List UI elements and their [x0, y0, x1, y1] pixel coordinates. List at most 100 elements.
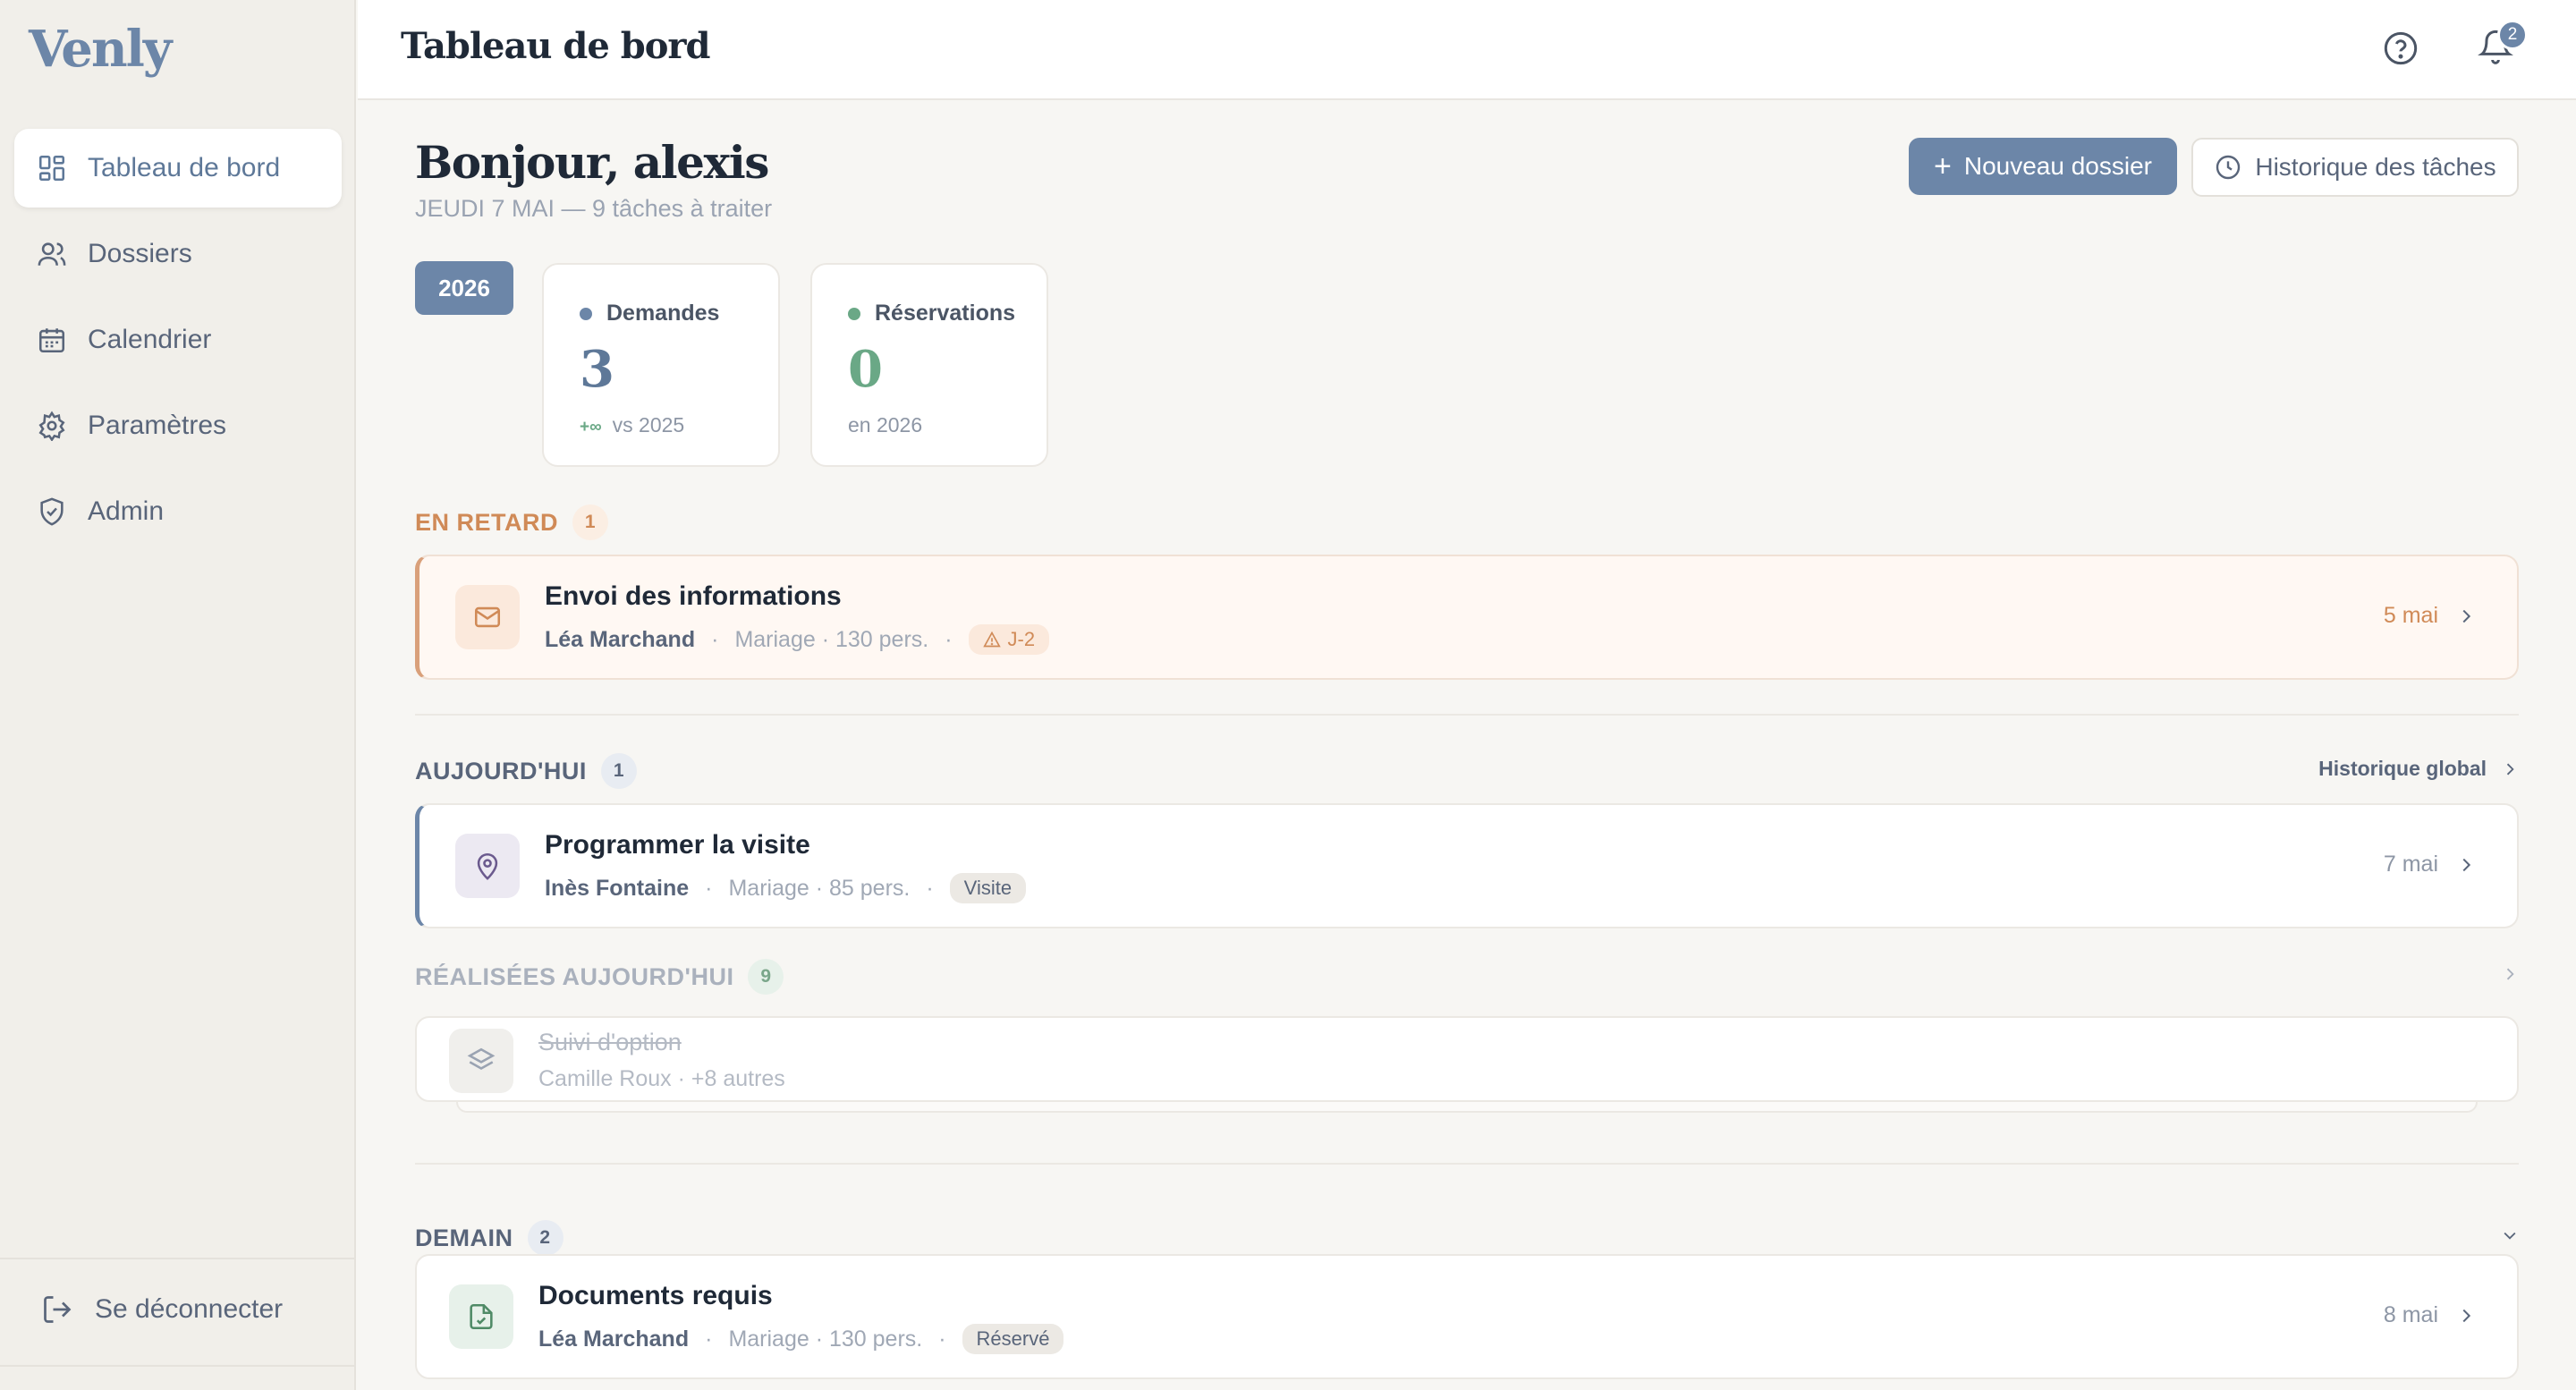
chevron-right-icon: [2501, 760, 2519, 778]
divider: [415, 714, 2519, 716]
task-history-button[interactable]: Historique des tâches: [2191, 138, 2519, 197]
calendar-icon: [36, 324, 68, 356]
stacked-cards-edge: [456, 1102, 2478, 1113]
sidebar-item-parametres[interactable]: Paramètres: [14, 386, 342, 465]
sidebar-item-dashboard[interactable]: Tableau de bord: [14, 129, 342, 208]
section-done-heading[interactable]: RÉALISÉES AUJOURD'HUI 9: [415, 959, 784, 995]
stat-header: Réservations: [848, 301, 1015, 326]
year-selector[interactable]: 2026: [415, 261, 513, 315]
task-person: Léa Marchand: [538, 1326, 690, 1352]
section-count: 1: [572, 504, 609, 540]
task-title: Programmer la visite: [545, 830, 810, 860]
sidebar-item-label: Dossiers: [88, 239, 192, 268]
section-title: EN RETARD: [415, 508, 559, 536]
sidebar-item-calendrier[interactable]: Calendrier: [14, 301, 342, 379]
sidebar-item-label: Tableau de bord: [88, 153, 281, 182]
task-meta: Léa Marchand · Mariage · 130 pers. · J-2: [545, 624, 1050, 655]
greeting: Bonjour, alexis: [415, 136, 769, 189]
stat-value: 3: [580, 340, 614, 399]
logout-label: Se déconnecter: [95, 1294, 284, 1324]
chevron-right-icon: [2456, 606, 2476, 626]
stat-comparison: en 2026: [848, 413, 923, 436]
page-title: Tableau de bord: [401, 25, 710, 67]
section-count: 1: [600, 753, 637, 789]
task-meta: Inès Fontaine · Mariage · 85 pers. · Vis…: [545, 873, 1027, 903]
section-title: RÉALISÉES AUJOURD'HUI: [415, 962, 734, 990]
stat-footer: +∞ vs 2025: [580, 413, 684, 437]
layers-icon: [449, 1029, 513, 1093]
section-tomorrow-heading[interactable]: DEMAIN 2: [415, 1220, 564, 1256]
section-title: DEMAIN: [415, 1224, 513, 1251]
task-title: Envoi des informations: [545, 581, 842, 611]
file-check-icon: [449, 1284, 513, 1349]
task-card-tomorrow[interactable]: Documents requis Léa Marchand · Mariage …: [415, 1254, 2519, 1379]
tomorrow-collapse-button[interactable]: [2487, 1225, 2519, 1243]
topbar: Tableau de bord 2: [358, 0, 2576, 100]
dashboard-icon: [36, 152, 68, 184]
status-dot: [848, 307, 860, 320]
section-count: 2: [527, 1220, 564, 1256]
task-card-today[interactable]: Programmer la visite Inès Fontaine · Mar…: [415, 803, 2519, 928]
task-details: Mariage · 85 pers.: [728, 875, 911, 901]
section-late-heading: EN RETARD 1: [415, 504, 609, 540]
new-dossier-button[interactable]: + Nouveau dossier: [1909, 138, 2177, 195]
stat-comparison: vs 2025: [612, 413, 685, 436]
chevron-right-icon: [2456, 1306, 2476, 1326]
new-dossier-label: Nouveau dossier: [1963, 152, 2152, 180]
task-card-late[interactable]: Envoi des informations Léa Marchand · Ma…: [415, 555, 2519, 680]
sidebar-item-admin[interactable]: Admin: [14, 472, 342, 551]
section-today-heading: AUJOURD'HUI 1: [415, 753, 637, 789]
task-date: 5 mai: [2384, 603, 2476, 629]
task-details: Mariage · 130 pers.: [728, 1326, 923, 1352]
task-date: 8 mai: [2384, 1302, 2476, 1328]
task-card-done[interactable]: Suivi d'option Camille Roux · +8 autres: [415, 1016, 2519, 1102]
plus-icon: +: [1934, 149, 1952, 183]
separator: ·: [938, 1326, 946, 1352]
users-icon: [36, 238, 68, 270]
separator: ·: [705, 875, 713, 901]
stat-card-reservations[interactable]: Réservations 0 en 2026: [810, 263, 1048, 467]
task-date: 7 mai: [2384, 852, 2476, 877]
chevron-right-icon: [2501, 964, 2519, 982]
status-dot: [580, 307, 592, 320]
map-pin-icon: [455, 834, 520, 898]
task-title: Suivi d'option: [538, 1029, 682, 1055]
sidebar-item-label: Admin: [88, 496, 165, 526]
separator: ·: [945, 626, 953, 652]
sidebar-item-dossiers[interactable]: Dossiers: [14, 215, 342, 293]
task-details: Mariage · 130 pers.: [734, 626, 929, 652]
sidebar: Venly Tableau de bord Dossiers Calendrie…: [0, 0, 356, 1390]
task-date-label: 8 mai: [2383, 1302, 2438, 1327]
gear-icon: [36, 410, 68, 442]
clock-icon: [2214, 153, 2242, 182]
global-history-label: Historique global: [2318, 757, 2487, 780]
section-title: AUJOURD'HUI: [415, 757, 587, 784]
separator: ·: [926, 875, 934, 901]
overdue-badge: J-2: [968, 624, 1050, 655]
help-icon[interactable]: [2383, 30, 2419, 66]
stat-card-demandes[interactable]: Demandes 3 +∞ vs 2025: [542, 263, 780, 467]
overdue-label: J-2: [1007, 628, 1036, 650]
main-content: Bonjour, alexis JEUDI 7 MAI — 9 tâches à…: [358, 100, 2576, 1390]
stat-header: Demandes: [580, 301, 719, 326]
chevron-right-icon: [2456, 855, 2476, 875]
task-type-badge: Visite: [949, 873, 1027, 903]
separator: ·: [711, 626, 719, 652]
global-history-link[interactable]: Historique global: [2318, 757, 2519, 781]
task-title: Documents requis: [538, 1281, 773, 1310]
task-meta: Camille Roux · +8 autres: [538, 1066, 785, 1091]
logout-icon: [39, 1292, 75, 1327]
mail-icon: [455, 585, 520, 649]
app-root: Venly Tableau de bord Dossiers Calendrie…: [0, 0, 2576, 1390]
task-history-label: Historique des tâches: [2255, 153, 2496, 181]
sidebar-item-label: Calendrier: [88, 325, 212, 354]
done-expand-button[interactable]: [2487, 964, 2519, 982]
chevron-down-icon: [2501, 1225, 2519, 1243]
sidebar-item-label: Paramètres: [88, 411, 227, 440]
task-person: Inès Fontaine: [545, 875, 690, 901]
logout-button[interactable]: Se déconnecter: [39, 1292, 283, 1327]
stat-label: Réservations: [875, 301, 1016, 326]
stat-label: Demandes: [606, 301, 720, 326]
notifications-button[interactable]: 2: [2478, 20, 2528, 68]
stat-footer: en 2026: [848, 413, 922, 437]
